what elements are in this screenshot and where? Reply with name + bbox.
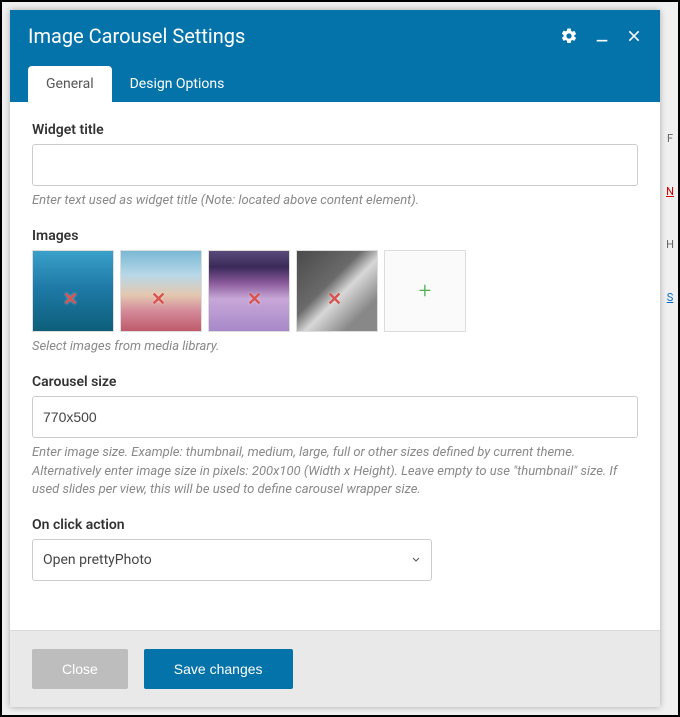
- modal-footer: Close Save changes: [10, 630, 660, 707]
- tab-general[interactable]: General: [28, 66, 112, 102]
- field-carousel-size: Carousel size Enter image size. Example:…: [32, 374, 638, 499]
- widget-title-label: Widget title: [32, 122, 638, 138]
- image-thumbnails: ✕ ✕ ✕ ✕ +: [32, 250, 638, 332]
- modal-body[interactable]: Widget title Enter text used as widget t…: [10, 102, 660, 630]
- save-button[interactable]: Save changes: [144, 649, 293, 689]
- image-thumb[interactable]: ✕: [120, 250, 202, 332]
- minimize-icon[interactable]: [594, 28, 610, 44]
- modal-title: Image Carousel Settings: [28, 24, 245, 48]
- remove-image-icon[interactable]: ✕: [63, 289, 78, 310]
- widget-title-hint: Enter text used as widget title (Note: l…: [32, 192, 638, 210]
- tab-design-options[interactable]: Design Options: [112, 66, 243, 102]
- image-thumb[interactable]: ✕: [296, 250, 378, 332]
- on-click-select[interactable]: Open prettyPhoto: [32, 539, 432, 581]
- remove-image-icon[interactable]: ✕: [327, 289, 342, 310]
- on-click-label: On click action: [32, 517, 638, 533]
- field-images: Images ✕ ✕ ✕ ✕ + Select images from medi…: [32, 228, 638, 356]
- images-hint: Select images from media library.: [32, 338, 638, 356]
- remove-image-icon[interactable]: ✕: [151, 289, 166, 310]
- tab-bar: General Design Options: [28, 66, 642, 102]
- plus-icon: +: [419, 279, 431, 304]
- images-label: Images: [32, 228, 638, 244]
- background-peek: F N H S: [664, 122, 676, 705]
- close-button[interactable]: Close: [32, 649, 128, 689]
- field-on-click: On click action Open prettyPhoto: [32, 517, 638, 581]
- image-thumb[interactable]: ✕: [208, 250, 290, 332]
- settings-modal: Image Carousel Settings General Design O…: [10, 10, 660, 707]
- carousel-size-hint: Enter image size. Example: thumbnail, me…: [32, 444, 638, 499]
- image-thumb[interactable]: ✕: [32, 250, 114, 332]
- modal-header: Image Carousel Settings General Design O…: [10, 10, 660, 102]
- widget-title-input[interactable]: [32, 144, 638, 186]
- carousel-size-label: Carousel size: [32, 374, 638, 390]
- gear-icon[interactable]: [560, 27, 578, 45]
- carousel-size-input[interactable]: [32, 396, 638, 438]
- add-image-button[interactable]: +: [384, 250, 466, 332]
- remove-image-icon[interactable]: ✕: [247, 289, 262, 310]
- close-icon[interactable]: [626, 28, 642, 44]
- field-widget-title: Widget title Enter text used as widget t…: [32, 122, 638, 210]
